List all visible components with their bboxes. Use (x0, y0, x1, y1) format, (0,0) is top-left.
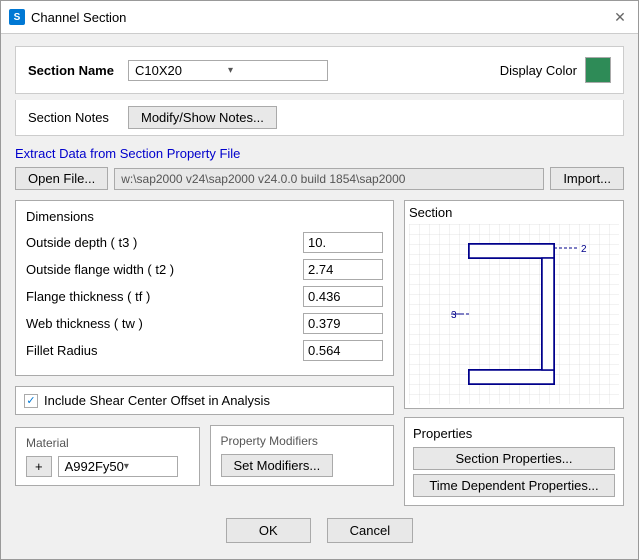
left-panel: Dimensions Outside depth ( t3 ) Outside … (15, 200, 394, 506)
dim-row-4: Fillet Radius (26, 340, 383, 361)
section-svg: 2 3 (409, 224, 619, 404)
dim-input-1[interactable] (303, 259, 383, 280)
property-modifiers-label: Property Modifiers (221, 434, 384, 448)
display-color-group: Display Color (500, 57, 611, 83)
properties-title: Properties (413, 426, 615, 441)
material-label: Material (26, 436, 189, 450)
section-properties-button[interactable]: Section Properties... (413, 447, 615, 470)
section-name-panel: Section Name C10X20 ▾ Display Color (15, 46, 624, 94)
section-name-dropdown[interactable]: C10X20 ▾ (128, 60, 328, 81)
dimensions-title: Dimensions (26, 209, 383, 224)
extract-row: Open File... w:\sap2000 v24\sap2000 v24.… (15, 167, 624, 190)
channel-section-dialog: S Channel Section ✕ Section Name C10X20 … (0, 0, 639, 560)
import-button[interactable]: Import... (550, 167, 624, 190)
material-inner: + A992Fy50 ▾ (26, 456, 189, 477)
dim-input-3[interactable] (303, 313, 383, 334)
dim-row-3: Web thickness ( tw ) (26, 313, 383, 334)
dim-label-3: Web thickness ( tw ) (26, 316, 303, 331)
dim-input-0[interactable] (303, 232, 383, 253)
color-swatch[interactable] (585, 57, 611, 83)
titlebar-left: S Channel Section (9, 9, 126, 25)
shear-center-checkbox[interactable] (24, 394, 38, 408)
section-preview-title: Section (409, 205, 619, 220)
ok-button[interactable]: OK (226, 518, 311, 543)
t3-label: 3 (451, 310, 457, 321)
material-dropdown[interactable]: A992Fy50 ▾ (58, 456, 178, 477)
dimensions-group: Dimensions Outside depth ( t3 ) Outside … (15, 200, 394, 376)
extract-section: Extract Data from Section Property File … (15, 146, 624, 190)
dialog-title: Channel Section (31, 10, 126, 25)
dim-label-4: Fillet Radius (26, 343, 303, 358)
section-name-label: Section Name (28, 63, 118, 78)
dim-input-2[interactable] (303, 286, 383, 307)
dialog-content: Section Name C10X20 ▾ Display Color Sect… (1, 34, 638, 559)
extract-link[interactable]: Extract Data from Section Property File (15, 146, 624, 161)
material-group: Material + A992Fy50 ▾ (15, 427, 200, 486)
properties-group: Properties Section Properties... Time De… (404, 417, 624, 506)
material-value: A992Fy50 (65, 459, 124, 474)
material-chevron-icon: ▾ (124, 461, 171, 472)
section-canvas: 2 3 (409, 224, 619, 404)
ok-cancel-row: OK Cancel (15, 518, 624, 547)
material-add-button[interactable]: + (26, 456, 52, 477)
section-notes-label: Section Notes (28, 110, 118, 125)
shear-center-label: Include Shear Center Offset in Analysis (44, 393, 270, 408)
time-dependent-button[interactable]: Time Dependent Properties... (413, 474, 615, 497)
shear-center-panel: Include Shear Center Offset in Analysis (15, 386, 394, 415)
section-notes-panel: Section Notes Modify/Show Notes... (15, 100, 624, 136)
t2-label: 2 (581, 244, 587, 255)
app-icon: S (9, 9, 25, 25)
titlebar: S Channel Section ✕ (1, 1, 638, 34)
close-button[interactable]: ✕ (610, 7, 630, 27)
dim-label-2: Flange thickness ( tf ) (26, 289, 303, 304)
dim-label-1: Outside flange width ( t2 ) (26, 262, 303, 277)
dim-row-2: Flange thickness ( tf ) (26, 286, 383, 307)
cancel-button[interactable]: Cancel (327, 518, 413, 543)
main-area: Dimensions Outside depth ( t3 ) Outside … (15, 200, 624, 506)
display-color-label: Display Color (500, 63, 577, 78)
open-file-button[interactable]: Open File... (15, 167, 108, 190)
section-name-value: C10X20 (135, 63, 228, 78)
chevron-down-icon: ▾ (228, 65, 321, 76)
modify-notes-button[interactable]: Modify/Show Notes... (128, 106, 277, 129)
bottom-row: Material + A992Fy50 ▾ Property Modifiers… (15, 425, 394, 486)
dim-row-1: Outside flange width ( t2 ) (26, 259, 383, 280)
file-path-display: w:\sap2000 v24\sap2000 v24.0.0 build 185… (114, 168, 544, 190)
dim-label-0: Outside depth ( t3 ) (26, 235, 303, 250)
dim-row-0: Outside depth ( t3 ) (26, 232, 383, 253)
set-modifiers-button[interactable]: Set Modifiers... (221, 454, 334, 477)
right-panel: Section (404, 200, 624, 506)
section-preview: Section (404, 200, 624, 409)
dim-input-4[interactable] (303, 340, 383, 361)
property-modifiers-group: Property Modifiers Set Modifiers... (210, 425, 395, 486)
